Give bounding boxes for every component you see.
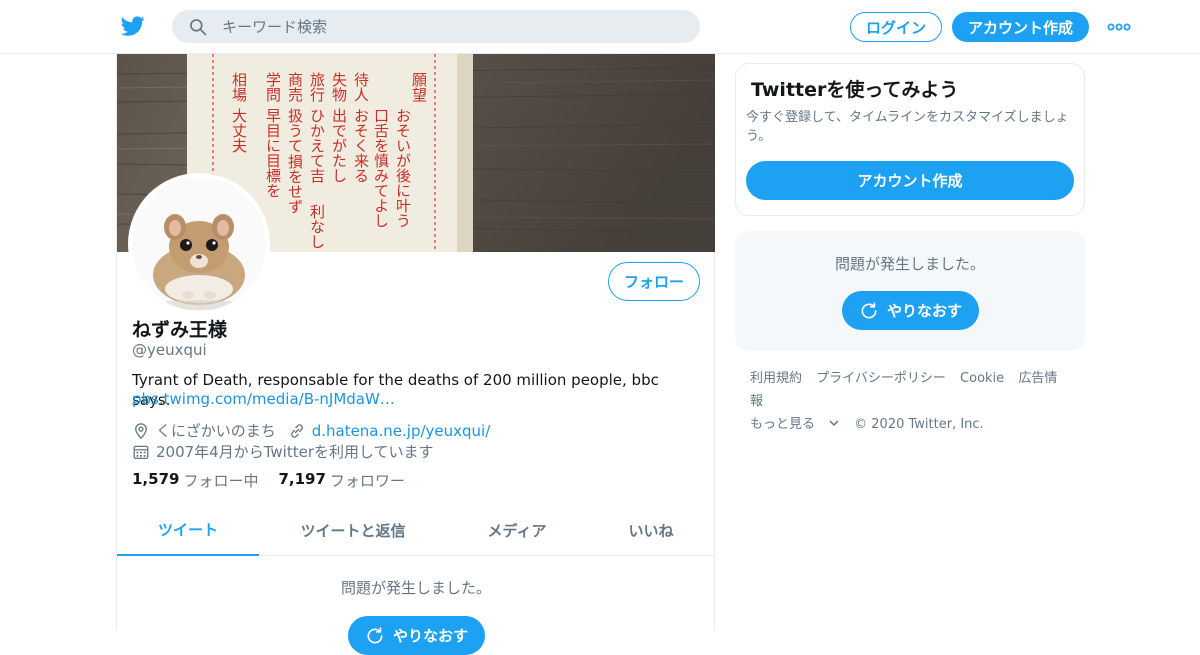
sidebar-footer: 利用規約 プライバシーポリシー Cookie 広告情報 もっと見る © 2020… (750, 367, 1080, 436)
timeline-retry-label: やりなおす (392, 627, 468, 645)
search-icon (190, 18, 207, 35)
search-box[interactable] (172, 10, 700, 43)
profile-location: くにざかいのまち (156, 422, 276, 440)
refresh-icon (861, 301, 877, 318)
followers-label[interactable]: フォロワー (330, 470, 405, 491)
banner-text-10: 利なし (308, 204, 326, 249)
sidebar-retry-label: やりなおす (886, 302, 962, 320)
profile-meta-location: くにざかいのまち d.hatena.ne.jp/yeuxqui/ (132, 420, 490, 441)
banner-text-15: 早目に目標を (264, 108, 282, 198)
tab-media[interactable]: メディア (447, 504, 587, 556)
banner-text-2: おそいが後に叶う (394, 108, 412, 228)
avatar[interactable] (128, 173, 270, 315)
sidebar-error-card: 問題が発生しました。 やりなおす (735, 231, 1085, 351)
following-label[interactable]: フォロー中 (183, 470, 258, 491)
footer-link-cookie[interactable]: Cookie (960, 371, 1004, 386)
timeline-error-message: 問題が発生しました。 (340, 579, 491, 597)
chevron-down-icon (829, 420, 839, 427)
gerbil-image (132, 177, 266, 311)
banner-text-12: 扱うて (286, 108, 304, 153)
refresh-icon (367, 626, 383, 643)
more-icon[interactable] (1107, 18, 1131, 36)
signup-card: Twitterを使ってみよう 今すぐ登録して、タイムラインをカスタマイズしましょ… (735, 63, 1085, 216)
sidebar-error-message: 問題が発生しました。 (834, 255, 985, 273)
banner-text-16: 相場 (230, 72, 248, 102)
profile-website-link[interactable]: d.hatena.ne.jp/yeuxqui/ (312, 422, 491, 440)
profile-tabs: ツイート ツイートと返信 メディア いいね (117, 504, 715, 556)
footer-copyright: © 2020 Twitter, Inc. (854, 417, 984, 432)
signup-card-button[interactable]: アカウント作成 (746, 161, 1074, 200)
banner-text-7: 出でがたし (330, 108, 348, 183)
banner-text-14: 学問 (264, 72, 282, 103)
following-count[interactable]: 1,579 (132, 470, 179, 491)
banner-text-4: 待人 (352, 72, 370, 102)
footer-more-label: もっと見る (750, 417, 816, 432)
search-input[interactable] (222, 17, 662, 36)
banner-text-9: ひかえて吉 (308, 108, 326, 183)
location-icon (135, 422, 147, 439)
follow-button[interactable]: フォロー (608, 262, 700, 301)
signup-card-title: Twitterを使ってみよう (751, 79, 959, 101)
profile-joined-date: 2007年4月からTwitterを利用しています (156, 443, 434, 461)
banner-text-6: 失物 (330, 72, 348, 103)
top-navigation-bar: ログイン アカウント作成 (0, 0, 1200, 54)
banner-text-13: 損をせず (286, 154, 304, 214)
profile-stats: 1,579 フォロー中 7,197 フォロワー (132, 470, 425, 491)
banner-text-17: 大丈夫 (230, 108, 248, 153)
calendar-icon (133, 445, 149, 459)
footer-link-privacy[interactable]: プライバシーポリシー (816, 371, 946, 386)
twitter-bird-icon[interactable] (120, 14, 146, 38)
signup-card-description: 今すぐ登録して、タイムラインをカスタマイズしましょう。 (746, 110, 1069, 144)
sidebar-retry-button[interactable]: やりなおす (842, 291, 979, 330)
followers-count[interactable]: 7,197 (278, 470, 325, 491)
banner-text-5: おそく来る (352, 108, 370, 183)
login-button[interactable]: ログイン (850, 12, 942, 42)
profile-column: 願望 おそいが後に叶う 口舌を慎みてよし 待人 おそく来る 失物 出でがたし 旅… (116, 54, 715, 655)
profile-meta-joined: 2007年4月からTwitterを利用しています (132, 441, 434, 462)
tab-tweets-and-replies[interactable]: ツイートと返信 (259, 504, 447, 556)
timeline-retry-button[interactable]: やりなおす (348, 616, 485, 655)
link-icon (290, 423, 303, 438)
footer-link-terms[interactable]: 利用規約 (750, 371, 802, 386)
signup-button[interactable]: アカウント作成 (952, 12, 1089, 42)
footer-link-more[interactable]: もっと見る (750, 417, 840, 432)
banner-text-11: 商売 (286, 72, 304, 103)
profile-name: ねずみ王様 (132, 319, 228, 341)
banner-text-1: 願望 (410, 72, 428, 102)
profile-handle: @yeuxqui (132, 341, 207, 359)
banner-text-3: 口舌を慎みてよし (372, 108, 390, 228)
banner-text-8: 旅行 (308, 72, 326, 103)
tab-tweets[interactable]: ツイート (117, 504, 259, 556)
tab-likes[interactable]: いいね (587, 504, 715, 556)
bio-link[interactable]: pbs.twimg.com/media/B-nJMdaW… (132, 390, 395, 408)
